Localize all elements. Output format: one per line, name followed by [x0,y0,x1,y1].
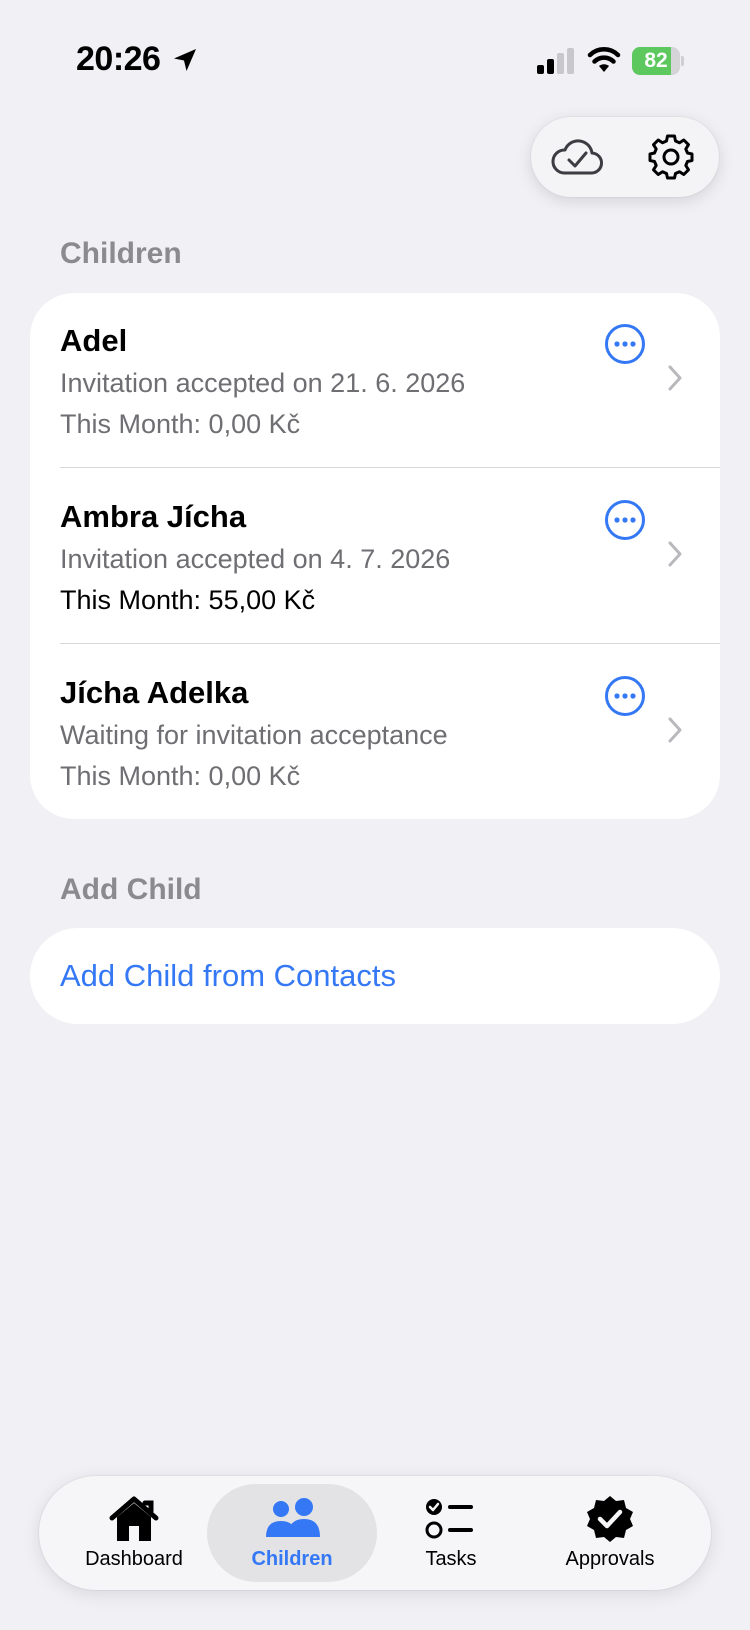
house-icon [109,1496,159,1541]
child-month-total: This Month: 55,00 Kč [60,585,316,615]
battery-body: 82 [632,47,680,75]
child-row-jicha-adelka[interactable]: Jícha Adelka Waiting for invitation acce… [30,645,720,821]
settings-button[interactable] [641,127,701,187]
people-icon [266,1498,320,1537]
tab-tasks[interactable]: Tasks [366,1484,536,1582]
add-child-section-header: Add Child [60,873,202,906]
location-arrow-icon [174,49,196,71]
chevron-right-icon [668,717,682,743]
child-invitation-status: Waiting for invitation acceptance [60,720,448,750]
tab-children[interactable]: Children [207,1484,377,1582]
tab-bar: Dashboard Children Tasks Approvals [39,1476,711,1590]
cellular-signal-icon [537,48,574,74]
child-month-total: This Month: 0,00 Kč [60,409,301,439]
child-name: Jícha Adelka [60,675,249,710]
tab-approvals[interactable]: Approvals [525,1484,695,1582]
row-divider [60,467,720,468]
sync-status-button[interactable] [543,129,611,185]
status-bar: 20:26 82 [0,0,750,120]
children-list-card: Adel Invitation accepted on 21. 6. 2026 … [30,293,720,819]
battery-percent: 82 [644,49,668,72]
more-options-icon[interactable] [604,499,646,541]
gear-icon [648,134,694,180]
tab-label: Dashboard [85,1548,183,1570]
chevron-right-icon [668,541,682,567]
child-name: Adel [60,323,128,358]
cloud-check-icon [551,139,603,175]
add-child-from-contacts-link[interactable]: Add Child from Contacts [60,958,396,994]
child-name: Ambra Jícha [60,499,247,534]
top-actions-capsule [531,117,719,197]
battery-indicator: 82 [632,47,684,75]
checkmark-seal-icon [587,1496,633,1542]
children-section-header: Children [60,237,182,270]
tab-dashboard[interactable]: Dashboard [49,1484,219,1582]
checklist-icon [425,1499,473,1539]
tab-label: Children [251,1548,333,1570]
chevron-right-icon [668,365,682,391]
more-options-icon[interactable] [604,323,646,365]
child-row-adel[interactable]: Adel Invitation accepted on 21. 6. 2026 … [30,293,720,469]
child-row-ambra-jicha[interactable]: Ambra Jícha Invitation accepted on 4. 7.… [30,469,720,645]
child-invitation-status: Invitation accepted on 21. 6. 2026 [60,368,466,398]
child-invitation-status: Invitation accepted on 4. 7. 2026 [60,544,451,574]
child-month-total: This Month: 0,00 Kč [60,761,301,791]
wifi-icon [587,47,621,72]
row-divider [60,643,720,644]
tab-label: Tasks [425,1548,477,1570]
tab-label: Approvals [565,1548,655,1570]
battery-cap [681,56,684,66]
more-options-icon[interactable] [604,675,646,717]
add-child-card[interactable]: Add Child from Contacts [30,928,720,1024]
status-time: 20:26 [76,40,161,78]
